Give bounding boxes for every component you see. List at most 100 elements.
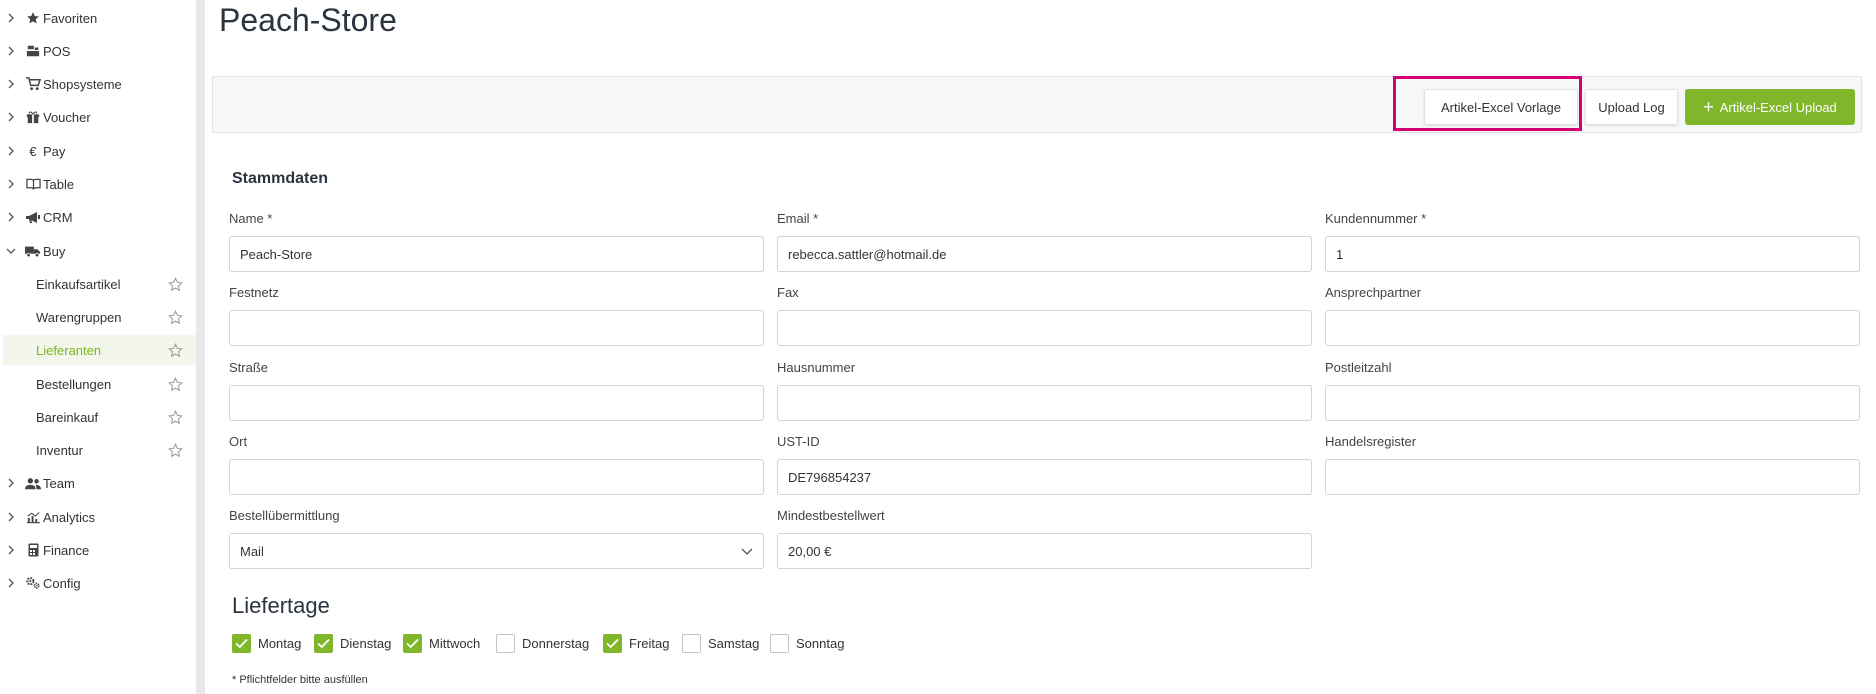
book-icon <box>25 178 41 191</box>
festnetz-label: Festnetz <box>229 285 279 300</box>
star-outline-icon[interactable] <box>166 341 184 359</box>
sidebar-item-label: POS <box>43 43 71 59</box>
upload-log-button[interactable]: Upload Log <box>1585 89 1678 125</box>
day-sonntag[interactable]: Sonntag <box>770 633 844 653</box>
gears-icon <box>25 576 41 590</box>
sidebar-scrollbar[interactable] <box>196 0 205 694</box>
chevron-right-icon <box>5 112 17 122</box>
plus-icon: + <box>1703 97 1714 117</box>
chevron-down-icon <box>5 247 17 255</box>
star-outline-icon[interactable] <box>166 441 184 459</box>
check-icon <box>406 638 419 648</box>
strasse-input[interactable] <box>229 385 764 421</box>
chevron-right-icon <box>5 212 17 222</box>
check-icon <box>317 638 330 648</box>
chevron-right-icon <box>5 146 17 156</box>
sidebar-subitem-lieferanten[interactable]: Lieferanten <box>3 335 196 365</box>
sidebar-item-label: Table <box>43 176 75 192</box>
ort-label: Ort <box>229 434 248 449</box>
check-icon <box>235 638 248 648</box>
strasse-label: Straße <box>229 360 269 375</box>
sidebar-item-label: Voucher <box>43 109 91 125</box>
email-input[interactable]: rebecca.sattler@hotmail.de <box>777 236 1312 272</box>
sidebar-subitem-bareinkauf[interactable]: Bareinkauf <box>3 402 196 432</box>
excel-upload-button-label: Artikel-Excel Upload <box>1719 99 1837 115</box>
sidebar-subitem-einkaufsartikel[interactable]: Einkaufsartikel <box>3 269 196 299</box>
ust-id-value: DE796854237 <box>788 469 872 485</box>
day-label: Sonntag <box>796 635 845 651</box>
ust-id-label: UST-ID <box>777 434 820 449</box>
star-outline-icon[interactable] <box>166 275 184 293</box>
sidebar-subitem-label: Bestellungen <box>36 376 112 392</box>
day-mittwoch[interactable]: Mittwoch <box>403 633 480 653</box>
mindestbestellwert-input[interactable]: 20,00 € <box>777 533 1312 569</box>
sidebar-item-buy[interactable]: Buy <box>0 236 196 266</box>
sidebar-item-favoriten[interactable]: Favoriten <box>0 3 196 33</box>
day-label: Dienstag <box>340 635 392 651</box>
sidebar-item-label: Pay <box>43 143 66 159</box>
bestelluebermittlung-select[interactable]: Mail <box>229 533 764 569</box>
cart-icon <box>25 77 41 91</box>
sidebar-item-team[interactable]: Team <box>0 468 196 498</box>
chevron-right-icon <box>5 478 17 488</box>
sidebar-item-table[interactable]: Table <box>0 169 196 199</box>
hausnummer-label: Hausnummer <box>777 360 856 375</box>
festnetz-input[interactable] <box>229 310 764 346</box>
star-outline-icon[interactable] <box>166 408 184 426</box>
calculator-icon <box>25 543 41 557</box>
sidebar-item-pos[interactable]: POS <box>0 36 196 66</box>
star-outline-icon[interactable] <box>166 375 184 393</box>
sidebar-item-config[interactable]: Config <box>0 568 196 598</box>
day-montag[interactable]: Montag <box>232 633 301 653</box>
sidebar-item-pay[interactable]: € Pay <box>0 136 196 166</box>
fax-input[interactable] <box>777 310 1312 346</box>
sidebar-item-voucher[interactable]: Voucher <box>0 102 196 132</box>
handelsregister-label: Handelsregister <box>1325 434 1417 449</box>
excel-upload-button[interactable]: + Artikel-Excel Upload <box>1685 89 1855 125</box>
checkbox-sonntag[interactable] <box>770 633 789 653</box>
required-fields-note: * Pflichtfelder bitte ausfüllen <box>232 674 368 686</box>
sidebar-item-shopsysteme[interactable]: Shopsysteme <box>0 69 196 99</box>
megaphone-icon <box>25 211 41 224</box>
sidebar: Favoriten POS Shopsysteme Voucher € Pay … <box>0 0 196 694</box>
sidebar-item-finance[interactable]: Finance <box>0 535 196 565</box>
chevron-right-icon <box>5 79 17 89</box>
ust-id-input[interactable]: DE796854237 <box>777 459 1312 495</box>
bestelluebermittlung-label: Bestellübermittlung <box>229 508 340 523</box>
sidebar-item-label: Finance <box>43 542 90 558</box>
kundennummer-input[interactable]: 1 <box>1325 236 1860 272</box>
day-donnerstag[interactable]: Donnerstag <box>496 633 589 653</box>
day-label: Mittwoch <box>429 635 481 651</box>
name-input[interactable]: Peach-Store <box>229 236 764 272</box>
checkbox-donnerstag[interactable] <box>496 633 515 653</box>
name-value: Peach-Store <box>240 246 313 262</box>
sidebar-item-label: Shopsysteme <box>43 76 122 92</box>
day-samstag[interactable]: Samstag <box>682 633 759 653</box>
sidebar-subitem-warengruppen[interactable]: Warengruppen <box>3 302 196 332</box>
star-outline-icon[interactable] <box>166 308 184 326</box>
sidebar-subitem-inventur[interactable]: Inventur <box>3 435 196 465</box>
checkbox-dienstag[interactable] <box>314 633 333 653</box>
checkbox-freitag[interactable] <box>603 633 622 653</box>
sidebar-item-analytics[interactable]: Analytics <box>0 502 196 532</box>
handelsregister-input[interactable] <box>1325 459 1860 495</box>
ansprechpartner-input[interactable] <box>1325 310 1860 346</box>
chevron-down-icon <box>741 545 753 560</box>
chevron-right-icon <box>5 179 17 189</box>
sidebar-item-label: Team <box>43 475 75 491</box>
checkbox-samstag[interactable] <box>682 633 701 653</box>
section-title-liefertage: Liefertage <box>232 593 330 618</box>
excel-template-button[interactable]: Artikel-Excel Vorlage <box>1424 89 1578 125</box>
hausnummer-input[interactable] <box>777 385 1312 421</box>
checkbox-mittwoch[interactable] <box>403 633 422 653</box>
postleitzahl-input[interactable] <box>1325 385 1860 421</box>
ansprechpartner-label: Ansprechpartner <box>1325 285 1422 300</box>
ort-input[interactable] <box>229 459 764 495</box>
sidebar-item-crm[interactable]: CRM <box>0 202 196 232</box>
day-dienstag[interactable]: Dienstag <box>314 633 391 653</box>
sidebar-subitem-bestellungen[interactable]: Bestellungen <box>3 369 196 399</box>
checkbox-montag[interactable] <box>232 633 251 653</box>
chevron-right-icon <box>5 545 17 555</box>
page-title: Peach-Store <box>219 2 397 38</box>
day-freitag[interactable]: Freitag <box>603 633 669 653</box>
